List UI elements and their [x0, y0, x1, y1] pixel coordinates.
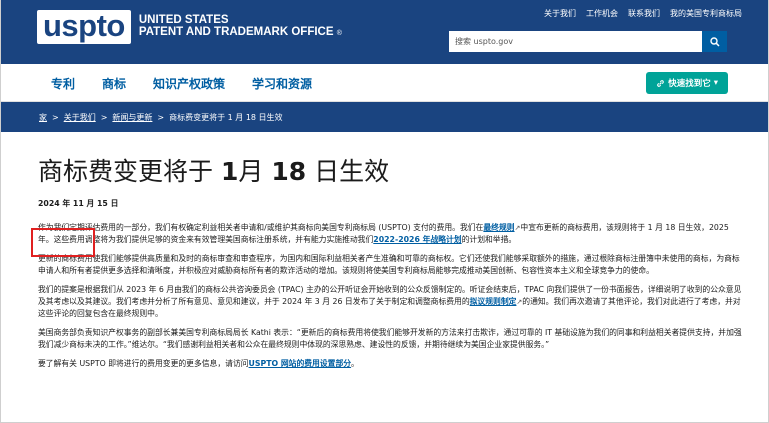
breadcrumb-news[interactable]: 新闻与更新 [112, 112, 152, 123]
search-button[interactable] [702, 31, 727, 52]
article-body: 作为我们定期评估费用的一部分，我们有权确定利益相关者申请和/或维护其商标向美国专… [38, 222, 744, 377]
link-icon [657, 79, 665, 87]
search-input[interactable] [449, 31, 702, 52]
site-header: uspto UNITED STATES PATENT AND TRADEMARK… [1, 0, 768, 64]
breadcrumb-about[interactable]: 关于我们 [64, 112, 96, 123]
logo-agency-name: UNITED STATES PATENT AND TRADEMARK OFFIC… [139, 14, 342, 40]
nav-item-ip-policy[interactable]: 知识产权政策 [153, 75, 225, 92]
nav-item-patents[interactable]: 专利 [51, 75, 75, 92]
util-link-my-uspto[interactable]: 我的美国专利商标局 [670, 8, 742, 19]
logo-line-1: UNITED STATES [138, 14, 229, 26]
uspto-logo[interactable]: uspto UNITED STATES PATENT AND TRADEMARK… [37, 10, 342, 44]
quick-find-button[interactable]: 快速找到它 ▾ [646, 72, 728, 94]
util-link-contact[interactable]: 联系我们 [628, 8, 660, 19]
page-title: 商标费变更将于 1月 18 日生效 [38, 157, 390, 186]
breadcrumb-separator: > [100, 112, 108, 122]
breadcrumb-bar: 家 > 关于我们 > 新闻与更新 > 商标费变更将于 1 月 18 日生效 [1, 102, 768, 132]
util-link-jobs[interactable]: 工作机会 [586, 8, 618, 19]
strategic-plan-link[interactable]: 2022-2026 年战略计划 [373, 235, 461, 244]
registered-mark: ® [336, 30, 342, 37]
search-box [449, 31, 727, 52]
search-icon [709, 36, 720, 47]
main-nav: 专利 商标 知识产权政策 学习和资源 快速找到它 ▾ [1, 64, 768, 102]
paragraph-4: 美国商务部负责知识产权事务的副部长兼美国专利商标局局长 Kathi 表示：“更新… [38, 328, 742, 349]
chevron-down-icon: ▾ [713, 78, 718, 88]
breadcrumb-home[interactable]: 家 [39, 112, 47, 123]
breadcrumb-current: 商标费变更将于 1 月 18 日生效 [169, 112, 283, 122]
logo-wordmark: uspto [37, 10, 131, 44]
fee-setting-link[interactable]: USPTO 网站的费用设置部分 [249, 359, 352, 368]
nav-item-trademarks[interactable]: 商标 [102, 75, 126, 92]
utility-links: 关于我们 工作机会 联系我们 我的美国专利商标局 [544, 8, 742, 19]
breadcrumb: 家 > 关于我们 > 新闻与更新 > 商标费变更将于 1 月 18 日生效 [39, 102, 283, 132]
logo-line-2: PATENT AND TRADEMARK OFFICE [138, 26, 334, 38]
breadcrumb-separator: > [52, 112, 59, 122]
publish-date: 2024 年 11 月 15 日 [38, 199, 119, 208]
paragraph-1: 作为我们定期评估费用的一部分，我们有权确定利益相关者申请和/或维护其商标向美国专… [38, 223, 729, 244]
quick-find-label: 快速找到它 [668, 79, 711, 89]
paragraph-3: 我们的提案是根据我们从 2023 年 6 月由我们的商标公共咨询委员会 (TPA… [38, 285, 742, 318]
proposed-rulemaking-link[interactable]: 拟议规则制定 [470, 297, 517, 306]
breadcrumb-separator: > [157, 112, 165, 122]
paragraph-5: 要了解有关 USPTO 即将进行的费用变更的更多信息，请访问USPTO 网站的费… [38, 359, 359, 368]
nav-item-learning[interactable]: 学习和资源 [252, 75, 312, 92]
final-rule-link[interactable]: 最终规则 [483, 223, 514, 232]
paragraph-2: 更新的商标费用使我们能够提供高质量和及时的商标审查和审查程序，为国内和国际利益相… [38, 254, 740, 275]
util-link-about[interactable]: 关于我们 [544, 8, 576, 19]
